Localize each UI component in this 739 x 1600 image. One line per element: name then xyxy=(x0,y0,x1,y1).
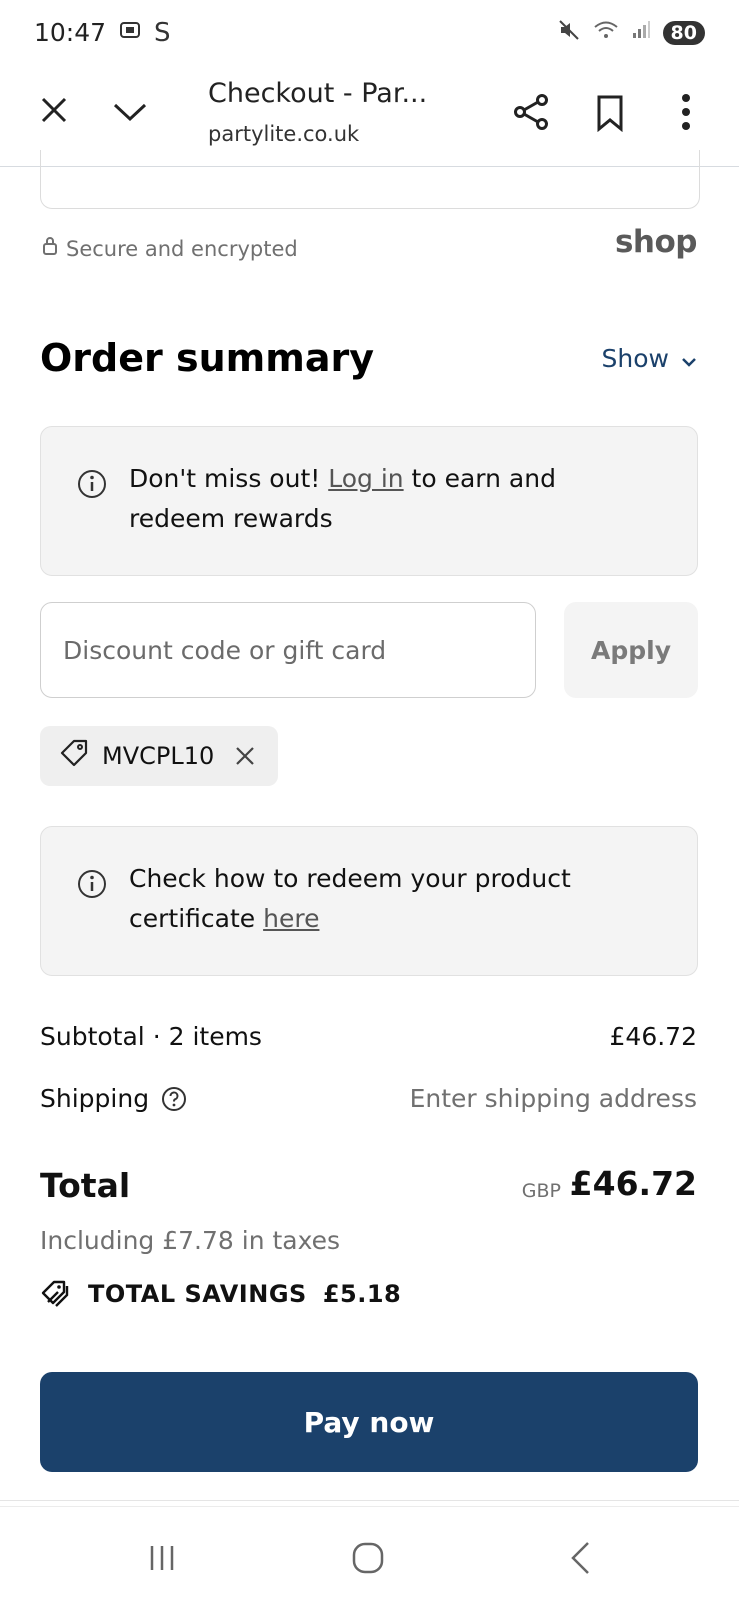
rewards-text: Don't miss out! Log in to earn and redee… xyxy=(129,459,649,539)
subtotal-label: Subtotal · 2 items xyxy=(40,1022,262,1051)
savings-tag-icon xyxy=(40,1278,72,1310)
currency-code: GBP xyxy=(521,1180,561,1202)
more-options-icon[interactable] xyxy=(668,90,704,134)
rewards-banner: Don't miss out! Log in to earn and redee… xyxy=(40,426,698,576)
total-amount: £46.72 xyxy=(569,1164,697,1203)
status-time: 10:47 xyxy=(34,18,107,47)
shipping-row: Shipping xyxy=(40,1084,187,1113)
status-left-icons: S xyxy=(118,18,171,48)
wifi-icon xyxy=(593,19,619,46)
s-app-icon: S xyxy=(154,18,171,48)
discount-code-input[interactable]: Discount code or gift card xyxy=(40,602,536,698)
previous-section-card xyxy=(40,150,700,209)
show-label: Show xyxy=(601,344,669,373)
discount-placeholder: Discount code or gift card xyxy=(63,635,387,665)
applied-discount-chip: MVCPL10 xyxy=(40,726,278,786)
chevron-down-icon xyxy=(681,344,697,373)
info-icon xyxy=(77,869,107,903)
remove-discount-icon[interactable] xyxy=(234,745,256,767)
savings-label: TOTAL SAVINGS xyxy=(88,1280,307,1308)
chevron-down-icon[interactable] xyxy=(110,94,150,130)
subtotal-value: £46.72 xyxy=(609,1022,697,1051)
signal-icon xyxy=(631,20,651,45)
certificate-prefix: Check how to redeem your product certifi… xyxy=(129,864,571,933)
help-icon[interactable] xyxy=(161,1086,187,1112)
discount-code-label: MVCPL10 xyxy=(102,742,215,770)
close-icon[interactable] xyxy=(36,92,72,128)
shop-logo: shop xyxy=(614,224,698,260)
tag-icon xyxy=(58,737,90,775)
bookmark-icon[interactable] xyxy=(592,92,628,134)
tax-note: Including £7.78 in taxes xyxy=(40,1226,341,1255)
home-icon[interactable] xyxy=(346,1536,390,1580)
back-icon[interactable] xyxy=(558,1536,602,1580)
page-url: partylite.co.uk xyxy=(208,122,360,146)
savings-value: £5.18 xyxy=(322,1280,402,1308)
shipping-label: Shipping xyxy=(40,1084,150,1113)
shipping-value: Enter shipping address xyxy=(409,1084,697,1113)
show-order-toggle[interactable]: Show xyxy=(602,344,697,373)
secure-text: Secure and encrypted xyxy=(66,236,298,261)
mute-icon xyxy=(557,18,581,47)
lock-icon xyxy=(42,236,58,261)
bottom-divider-2 xyxy=(0,1506,739,1507)
certificate-text: Check how to redeem your product certifi… xyxy=(129,859,649,939)
bottom-divider xyxy=(0,1500,739,1501)
total-savings: TOTAL SAVINGS £5.18 xyxy=(40,1278,401,1310)
share-icon[interactable] xyxy=(510,90,554,134)
total-label: Total xyxy=(40,1166,131,1205)
here-link[interactable]: here xyxy=(263,904,319,933)
order-summary-title: Order summary xyxy=(40,336,375,380)
login-link[interactable]: Log in xyxy=(328,464,403,493)
apply-button[interactable]: Apply xyxy=(564,602,698,698)
secure-notice: Secure and encrypted xyxy=(42,236,298,261)
pay-now-button[interactable]: Pay now xyxy=(40,1372,698,1472)
page-title: Checkout - Par... xyxy=(208,78,428,109)
certificate-banner: Check how to redeem your product certifi… xyxy=(40,826,698,976)
info-icon xyxy=(77,469,107,503)
battery-indicator: 80 xyxy=(662,20,705,45)
recent-apps-icon[interactable] xyxy=(140,1536,184,1580)
system-nav-bar xyxy=(0,1510,739,1600)
screenshot-icon xyxy=(118,19,142,47)
status-right-icons: 80 xyxy=(557,18,705,47)
rewards-prefix: Don't miss out! xyxy=(129,464,329,493)
